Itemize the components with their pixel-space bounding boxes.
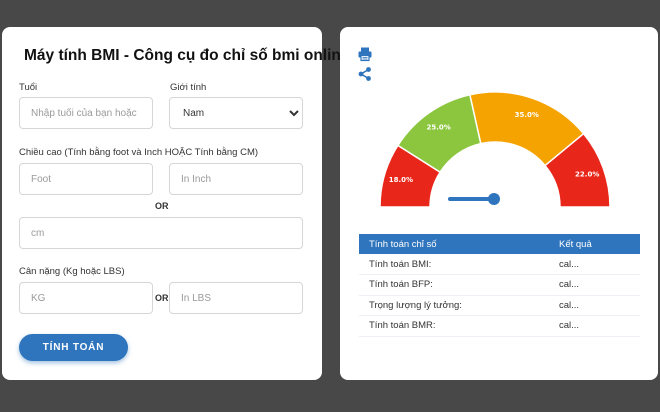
gender-select[interactable]: Nam — [169, 97, 303, 129]
result-value: cal... — [549, 315, 640, 337]
gauge-segment-label: 35.0% — [515, 111, 539, 119]
results-header-row: Tính toán chỉ số Kết quả — [359, 234, 640, 254]
results-header-calc: Tính toán chỉ số — [359, 234, 549, 254]
result-value: cal... — [549, 254, 640, 275]
results-header-result: Kết quả — [549, 234, 640, 254]
gauge-segment-label: 25.0% — [427, 123, 451, 131]
gender-label: Giới tính — [170, 82, 207, 93]
calculate-button[interactable]: TÍNH TOÁN — [19, 334, 128, 361]
table-row: Tính toán BMR: cal... — [359, 315, 640, 337]
result-value: cal... — [549, 274, 640, 296]
weight-label: Cân nặng (Kg hoặc LBS) — [19, 266, 125, 277]
share-icon[interactable] — [357, 66, 373, 82]
height-cm-input[interactable] — [19, 217, 303, 249]
height-label: Chiều cao (Tính bằng foot và Inch HOẶC T… — [19, 147, 259, 158]
results-card: 18.0% 25.0% 35.0% 22.0% Tính toán chỉ số Kế… — [340, 27, 658, 380]
result-name: Tính toán BFP: — [359, 274, 549, 296]
printer-icon[interactable] — [357, 46, 373, 62]
weight-or-label: OR — [155, 293, 169, 303]
results-table: Tính toán chỉ số Kết quả Tính toán BMI: … — [359, 234, 640, 337]
weight-kg-input[interactable] — [19, 282, 153, 314]
gauge-hub — [488, 193, 500, 205]
height-foot-input[interactable] — [19, 163, 153, 195]
height-or-label: OR — [155, 201, 169, 211]
height-inch-input[interactable] — [169, 163, 303, 195]
result-name: Trọng lượng lý tưởng: — [359, 295, 549, 316]
result-value: cal... — [549, 295, 640, 316]
weight-lbs-input[interactable] — [169, 282, 303, 314]
gauge-segment-label: 22.0% — [575, 170, 599, 178]
table-row: Tính toán BMI: cal... — [359, 254, 640, 275]
table-row: Trọng lượng lý tưởng: cal... — [359, 295, 640, 316]
result-name: Tính toán BMR: — [359, 315, 549, 337]
result-name: Tính toán BMI: — [359, 254, 549, 275]
age-label: Tuổi — [19, 82, 38, 93]
bmi-gauge: 18.0% 25.0% 35.0% 22.0% — [379, 91, 611, 208]
gauge-segment-label: 18.0% — [389, 176, 413, 184]
age-input[interactable] — [19, 97, 153, 129]
page-title: Máy tính BMI - Công cụ đo chỉ số bmi onl… — [24, 47, 350, 64]
table-row: Tính toán BFP: cal... — [359, 274, 640, 296]
bmi-form-card: Máy tính BMI - Công cụ đo chỉ số bmi onl… — [2, 27, 350, 380]
